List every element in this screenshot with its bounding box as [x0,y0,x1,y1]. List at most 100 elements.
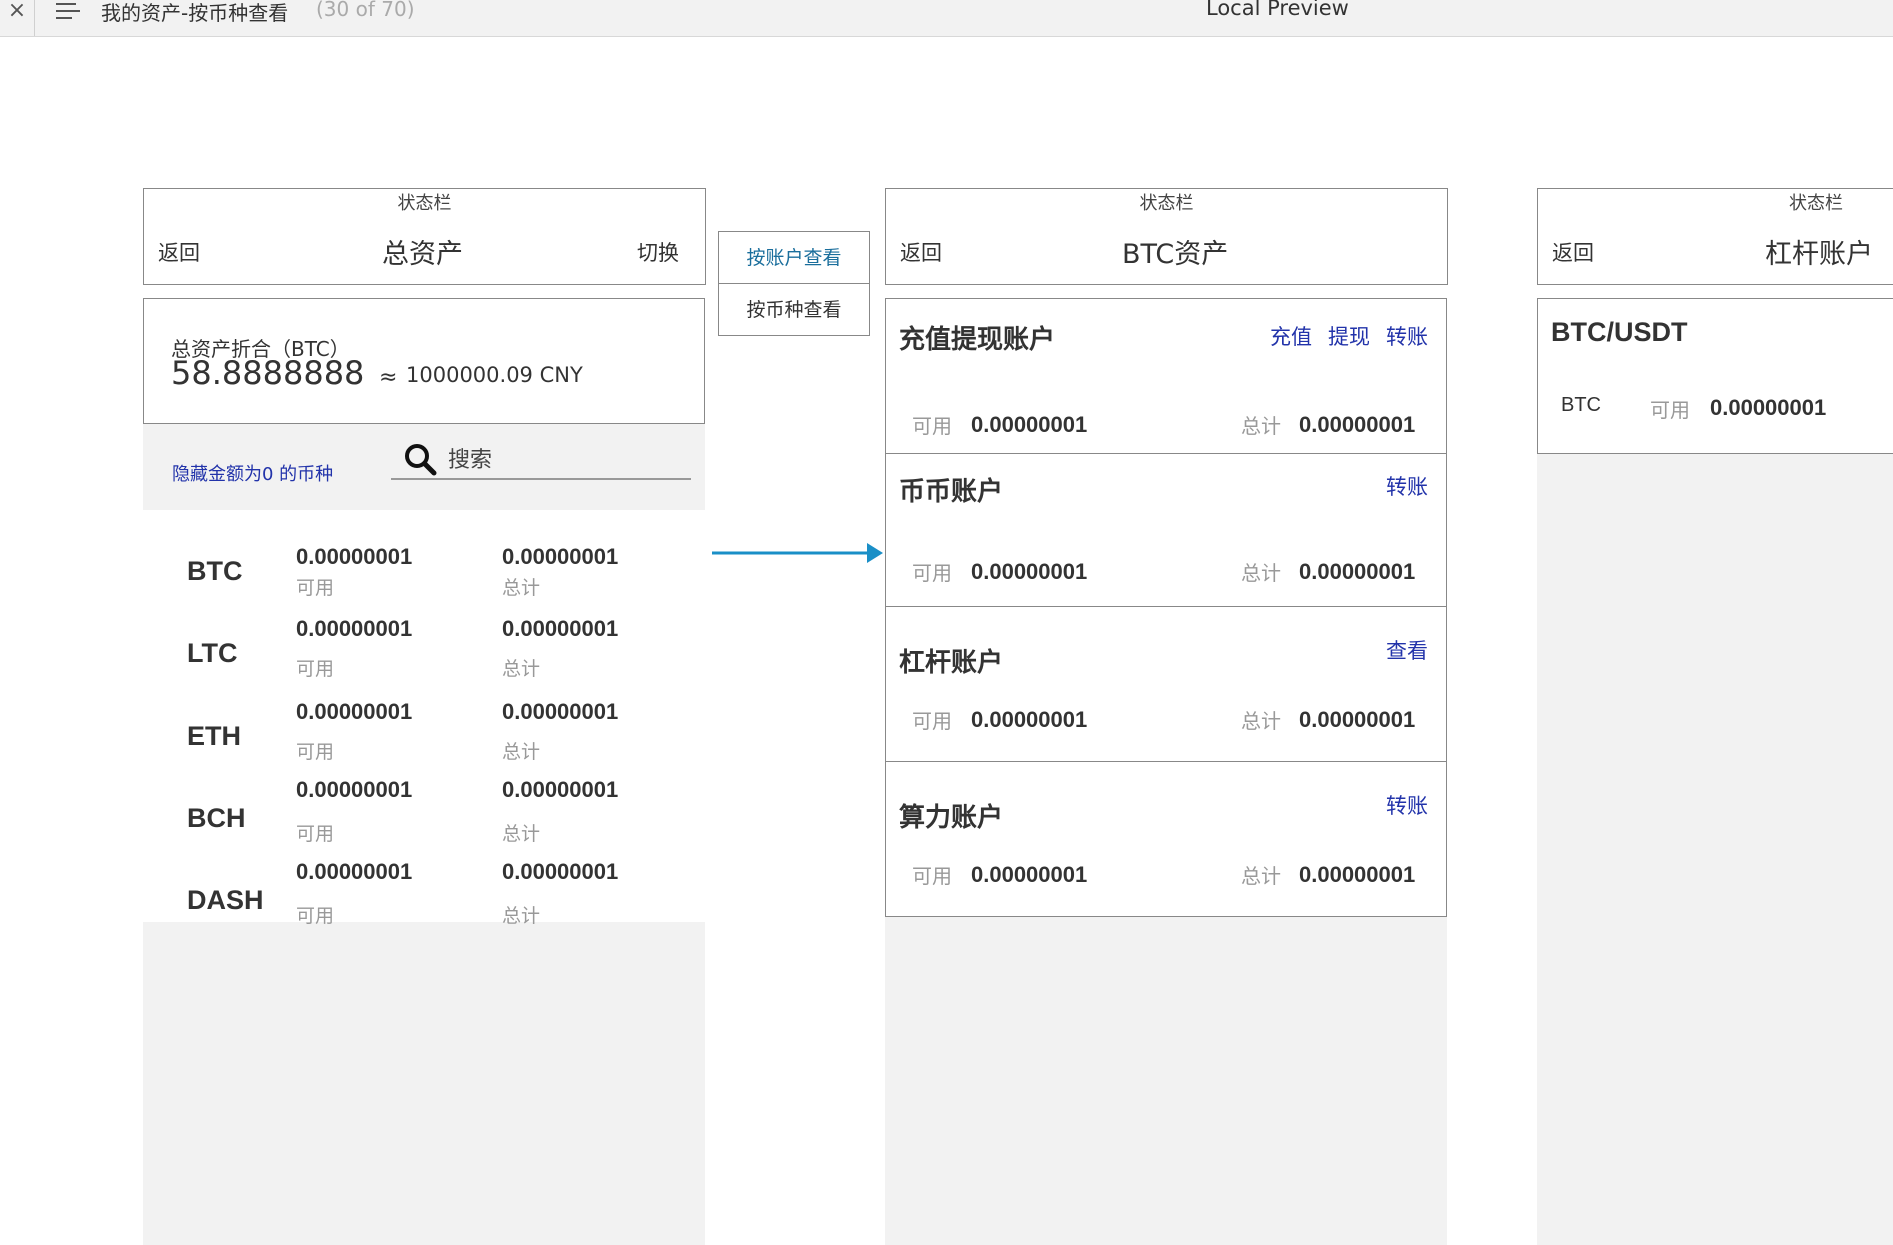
coin-symbol: ETH [187,721,241,751]
coin-total-label: 总计 [502,577,541,599]
hide-zero-balance-toggle[interactable]: 隐藏金额为0 的币种 [172,460,333,486]
deposit-link[interactable]: 充值 [1270,325,1312,349]
total-value: 0.00000001 [1299,707,1416,732]
coin-symbol: DASH [187,885,264,915]
coin-available: 0.00000001 [296,544,413,569]
search-placeholder: 搜索 [448,448,493,473]
coin-available-label: 可用 [296,823,335,845]
coin-total-label: 总计 [502,823,541,845]
available-value: 0.00000001 [971,559,1088,584]
account-actions: 转账 [1370,471,1428,501]
coin-available: 0.00000001 [296,616,413,641]
menu-icon-bar [56,10,80,12]
back-button[interactable]: 返回 [900,237,942,267]
coin-row-dash[interactable]: DASH 0.00000001 可用 0.00000001 总计 [143,857,705,937]
available-label: 可用 [912,864,952,888]
coin-total: 0.00000001 [502,699,619,724]
page-title: 我的资产-按币种查看 [101,1,289,25]
toolbar-divider [34,0,35,36]
available-label: 可用 [912,561,952,585]
coin-total: 0.00000001 [502,616,619,641]
nav-bar: 返回 杠杆账户 [1537,218,1893,285]
coin-symbol: LTC [187,638,238,668]
account-card-deposit-withdraw[interactable]: 充值提现账户 充值 提现 转账 可用 0.00000001 总计 0.0000000… [886,299,1446,454]
status-bar: 状态栏 [143,188,706,219]
account-card-margin[interactable]: 杠杆账户 查看 可用 0.00000001 总计 0.00000001 [886,607,1446,762]
approx-sign: ≈ [379,365,398,390]
nav-bar: 返回 总资产 切换 [143,218,706,285]
account-actions: 充值 提现 转账 [1254,321,1428,351]
transfer-link[interactable]: 转账 [1386,475,1428,499]
available-label: 可用 [1650,398,1690,422]
account-card-spot[interactable]: 币币账户 转账 可用 0.00000001 总计 0.00000001 [886,454,1446,607]
preview-toolbar: × 我的资产-按币种查看 (30 of 70) Local Preview [0,0,1893,37]
coin-available-label: 可用 [296,577,335,599]
coin-symbol: BTC [187,556,243,586]
coin-row-eth[interactable]: ETH 0.00000001 可用 0.00000001 总计 [143,697,705,777]
coin-row-btc[interactable]: BTC 0.00000001 可用 0.00000001 总计 [143,532,705,612]
coin-available: 0.00000001 [296,859,413,884]
coin-available: 0.00000001 [296,699,413,724]
preview-label: Local Preview [1206,0,1349,20]
coin-total-label: 总计 [502,741,541,763]
view-by-account-option[interactable]: 按账户查看 [719,232,869,284]
available-label: 可用 [912,709,952,733]
pair-title: BTC/USDT [1551,317,1688,347]
nav-bar: 返回 BTC资产 [885,218,1448,285]
available-value: 0.00000001 [971,412,1088,437]
account-title: 充值提现账户 [899,325,1056,355]
view-by-coin-option[interactable]: 按币种查看 [719,284,869,336]
coin-total: 0.00000001 [502,859,619,884]
coin-total-label: 总计 [502,658,541,680]
total-label: 总计 [1241,561,1281,585]
total-value: 0.00000001 [1299,862,1416,887]
search-input[interactable]: 搜索 [391,436,691,480]
account-title: 算力账户 [899,803,1004,833]
coin-total-label: 总计 [502,905,541,927]
nav-title: 杠杆账户 [1765,239,1873,270]
total-value: 0.00000001 [1299,559,1416,584]
withdraw-link[interactable]: 提现 [1328,325,1370,349]
coin-symbol: BCH [187,803,246,833]
transfer-link[interactable]: 转账 [1386,325,1428,349]
menu-icon[interactable] [56,1,80,21]
nav-title: 总资产 [382,239,463,270]
coin-row-ltc[interactable]: LTC 0.00000001 可用 0.00000001 总计 [143,614,705,694]
back-button[interactable]: 返回 [158,237,200,267]
back-button[interactable]: 返回 [1552,237,1594,267]
account-actions: 查看 [1370,635,1428,665]
cny-equivalent: 1000000.09 CNY [406,363,583,387]
coin-list: BTC 0.00000001 可用 0.00000001 总计 LTC 0.00… [143,510,705,927]
coin-available-label: 可用 [296,905,335,927]
coin-total: 0.00000001 [502,544,619,569]
middle-screen-background [885,917,1447,1245]
account-card-hashrate[interactable]: 算力账户 转账 可用 0.00000001 总计 0.00000001 [886,762,1446,916]
flow-arrow-icon [712,543,883,563]
total-value: 0.00000001 [1299,412,1416,437]
status-bar: 状态栏 [885,188,1448,219]
switch-button[interactable]: 切换 [637,237,679,267]
coin-available: 0.00000001 [296,777,413,802]
account-title: 币币账户 [899,477,1004,507]
pair-coin: BTC [1561,394,1601,416]
close-icon[interactable]: × [6,0,28,28]
coin-total: 0.00000001 [502,777,619,802]
nav-title: BTC资产 [1122,239,1229,270]
total-label: 总计 [1241,414,1281,438]
available-value: 0.00000001 [971,707,1088,732]
coin-row-bch[interactable]: BCH 0.00000001 可用 0.00000001 总计 [143,775,705,855]
transfer-link[interactable]: 转账 [1386,794,1428,818]
view-mode-menu: 按账户查看 按币种查看 [718,231,870,336]
total-assets-value: 58.8888888 [171,354,365,392]
total-label: 总计 [1241,709,1281,733]
status-bar: 状态栏 [1537,188,1893,219]
coin-available-label: 可用 [296,741,335,763]
available-label: 可用 [912,414,952,438]
margin-pair-card[interactable]: BTC/USDT BTC 可用 0.00000001 [1537,298,1893,454]
view-link[interactable]: 查看 [1386,639,1428,663]
menu-icon-bar [56,3,76,5]
account-title: 杠杆账户 [899,648,1004,678]
account-list: 充值提现账户 充值 提现 转账 可用 0.00000001 总计 0.0000000… [885,298,1447,917]
coin-available-label: 可用 [296,658,335,680]
available-value: 0.00000001 [1710,395,1827,420]
